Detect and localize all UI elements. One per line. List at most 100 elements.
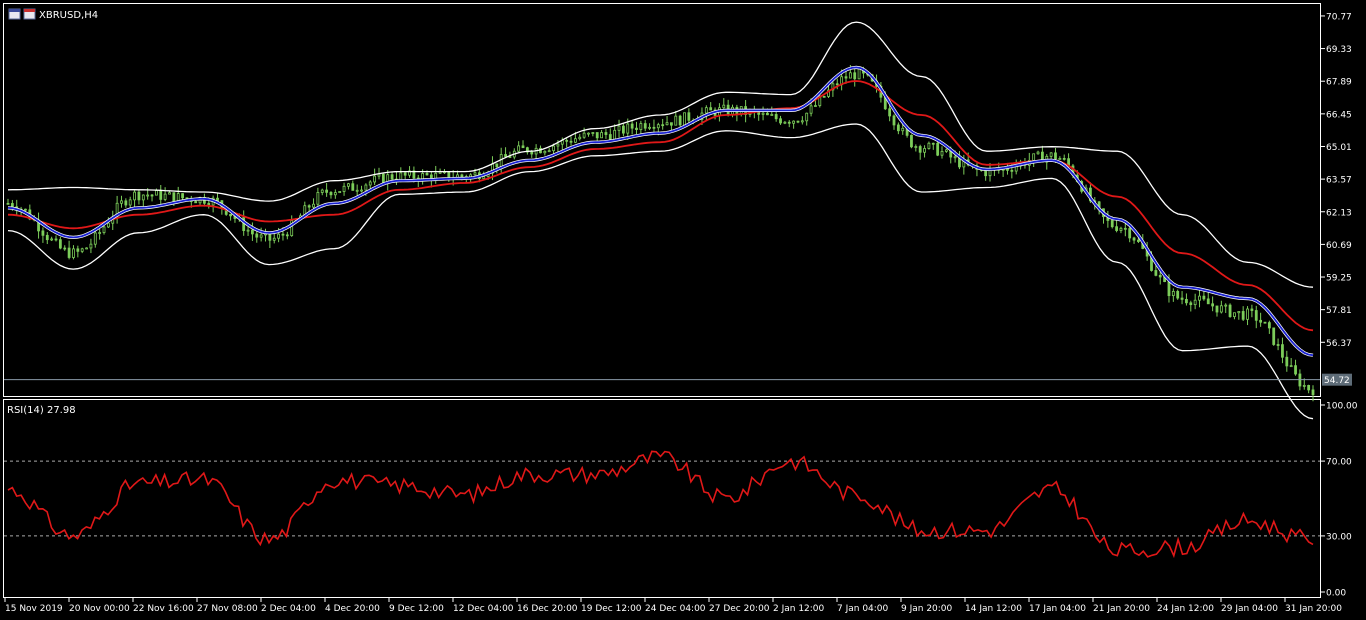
candle-body — [1167, 281, 1171, 297]
time-tick-label: 24 Jan 12:00 — [1157, 604, 1214, 614]
candle-body — [1137, 239, 1140, 242]
candle-body — [896, 124, 900, 132]
candle-body — [1123, 227, 1127, 230]
candle-body — [517, 145, 521, 152]
candle-body — [399, 172, 403, 181]
candle-body — [163, 193, 167, 200]
candle-body — [766, 112, 769, 116]
candle-body — [1176, 291, 1180, 299]
candle-body — [216, 197, 219, 202]
candle-body — [45, 234, 49, 241]
candle-body — [508, 156, 512, 158]
candle-body — [683, 112, 686, 126]
candle-body — [543, 150, 547, 154]
candle-body — [704, 107, 708, 114]
candle-body — [1189, 302, 1193, 306]
candle-body — [569, 140, 573, 143]
candle-body — [931, 142, 935, 145]
candle-body — [85, 247, 88, 250]
candle-body — [1119, 227, 1123, 231]
time-tick-label: 16 Dec 20:00 — [517, 604, 578, 614]
candle-body — [54, 238, 58, 241]
time-tick-label: 22 Nov 16:00 — [133, 604, 194, 614]
price-tick-label: 70.77 — [1326, 12, 1352, 22]
price-tick-label: 62.13 — [1326, 208, 1352, 218]
candle-body — [41, 230, 45, 236]
candle-body — [1267, 322, 1271, 329]
candle-body — [709, 107, 713, 111]
candle-body — [1259, 319, 1263, 323]
candle-body — [325, 189, 329, 193]
candle-body — [342, 185, 346, 192]
candle-body — [1110, 220, 1114, 228]
candle-body — [848, 72, 852, 79]
candle-body — [1180, 297, 1184, 300]
candle-body — [316, 192, 320, 205]
price-tick-label: 57.81 — [1326, 306, 1352, 316]
price-tick-label: 66.45 — [1326, 110, 1352, 120]
candle-body — [6, 202, 10, 205]
time-tick-label: 27 Nov 08:00 — [197, 604, 258, 614]
candle-body — [272, 237, 276, 241]
candle-body — [1206, 298, 1210, 305]
candle-body — [1250, 308, 1254, 311]
candle-body — [635, 127, 638, 130]
price-tick-label: 59.25 — [1326, 274, 1352, 284]
candle-body — [608, 134, 612, 140]
candle-body — [72, 248, 75, 258]
candle-body — [172, 192, 176, 203]
candle-body — [940, 151, 944, 156]
rsi-label: RSI(14) 27.98 — [7, 405, 76, 416]
candle-body — [1115, 226, 1118, 231]
candle-body — [154, 190, 158, 196]
candle-body — [168, 192, 171, 195]
candle-body — [809, 105, 813, 114]
price-tick-label: 65.01 — [1326, 143, 1352, 153]
candle-body — [355, 189, 359, 192]
candle-body — [639, 123, 643, 130]
candle-body — [617, 125, 621, 131]
candle-body — [246, 229, 250, 232]
candle-body — [530, 151, 534, 155]
time-tick-label: 2 Jan 12:00 — [773, 604, 825, 614]
candle-body — [251, 229, 254, 235]
candle-body — [630, 123, 634, 129]
candle-body — [800, 120, 804, 123]
candle-body — [604, 132, 608, 135]
candle-body — [1036, 151, 1040, 155]
candle-body — [1054, 152, 1057, 160]
candle-body — [687, 112, 691, 121]
time-tick-label: 21 Jan 20:00 — [1093, 604, 1150, 614]
candle-body — [1193, 299, 1197, 306]
candle-body — [425, 173, 429, 176]
candle-body — [150, 194, 154, 197]
candle-body — [141, 194, 145, 201]
candle-body — [1254, 310, 1258, 321]
time-tick-label: 17 Jan 04:00 — [1029, 604, 1086, 614]
candle-body — [80, 248, 84, 252]
candle-body — [1049, 152, 1053, 157]
candle-body — [661, 124, 665, 127]
candle-body — [556, 143, 560, 147]
candle-body — [1285, 356, 1289, 367]
candle-body — [1032, 153, 1036, 161]
candle-body — [58, 239, 62, 249]
candle-body — [10, 203, 14, 208]
current-price-label: 54.72 — [1324, 376, 1350, 386]
candle-body — [277, 233, 281, 239]
candle-body — [1058, 157, 1062, 160]
candle-body — [106, 222, 110, 228]
time-tick-label: 15 Nov 2019 — [5, 604, 63, 614]
candle-body — [312, 203, 315, 208]
candle-body — [1185, 298, 1188, 304]
time-tick-label: 2 Dec 04:00 — [261, 604, 316, 614]
candle-body — [613, 129, 617, 140]
price-tick-label: 56.37 — [1326, 339, 1352, 349]
candle-body — [656, 124, 660, 129]
candle-body — [844, 76, 848, 79]
candle-body — [835, 83, 839, 86]
candle-body — [133, 191, 136, 201]
candle-body — [268, 233, 272, 241]
candle-body — [146, 194, 150, 197]
time-tick-label: 12 Dec 04:00 — [453, 604, 514, 614]
